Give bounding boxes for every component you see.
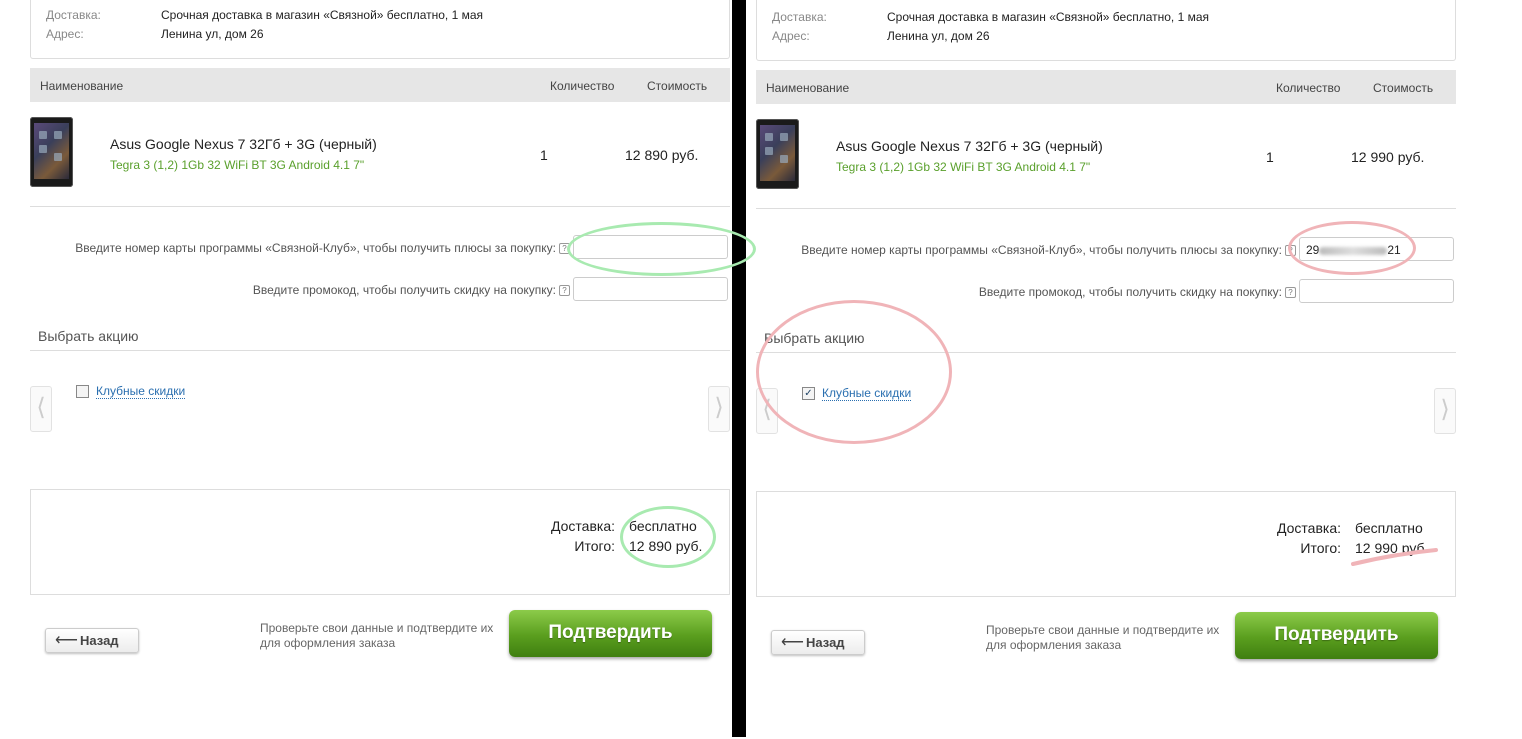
address-value: Ленина ул, дом 26 (887, 29, 990, 43)
confirm-hint: Проверьте свои данные и подтвердите их д… (260, 621, 494, 650)
club-card-label: Введите номер карты программы «Связной-К… (756, 243, 1296, 257)
arrow-left-icon: ⟵ (781, 634, 804, 651)
choose-promotion-title: Выбрать акцию (38, 328, 139, 344)
choose-promotion-title: Выбрать акцию (764, 330, 865, 346)
product-price: 12 890 руб. (625, 147, 699, 163)
column-name-header: Наименование (766, 81, 850, 95)
summary-delivery-value: бесплатно (1355, 520, 1423, 536)
delivery-label: Доставка: (46, 8, 101, 22)
address-value: Ленина ул, дом 26 (161, 27, 264, 41)
summary-delivery-value: бесплатно (629, 518, 697, 534)
order-panel-before: Доставка: Срочная доставка в магазин «Св… (30, 0, 756, 737)
club-card-input[interactable] (573, 235, 728, 259)
next-arrow-button[interactable]: ⟩ (708, 386, 730, 432)
product-name[interactable]: Asus Google Nexus 7 32Гб + 3G (черный) (110, 136, 377, 152)
help-icon[interactable]: ? (1285, 287, 1296, 298)
club-discount-checkbox[interactable] (76, 385, 89, 398)
product-image[interactable] (30, 117, 73, 187)
product-specs: Tegra 3 (1,2) 1Gb 32 WiFi BT 3G Android … (110, 158, 365, 172)
help-icon[interactable]: ? (559, 285, 570, 296)
prev-arrow-button[interactable]: ⟨ (756, 388, 778, 434)
summary-total-label: Итого: (1300, 540, 1341, 556)
address-label: Адрес: (772, 29, 810, 43)
club-card-input[interactable]: 29 21 (1299, 237, 1454, 261)
divider (756, 352, 1456, 353)
club-discount-link[interactable]: Клубные скидки (822, 386, 912, 401)
confirm-button[interactable]: Подтвердить (509, 610, 712, 657)
club-discount-link[interactable]: Клубные скидки (96, 384, 186, 399)
promo-code-input[interactable] (573, 277, 728, 301)
table-header: Наименование Количество Стоимость (30, 68, 730, 102)
summary-total-value: 12 890 руб. (629, 538, 703, 554)
redacted-digits (1319, 246, 1388, 255)
confirm-button[interactable]: Подтвердить (1235, 612, 1438, 659)
column-name-header: Наименование (40, 79, 124, 93)
table-header: Наименование Количество Стоимость (756, 70, 1456, 104)
annotation-underline (1351, 548, 1438, 566)
promo-code-label: Введите промокод, чтобы получить скидку … (756, 285, 1296, 299)
summary-total-label: Итого: (574, 538, 615, 554)
confirm-hint: Проверьте свои данные и подтвердите их д… (986, 623, 1220, 652)
next-arrow-button[interactable]: ⟩ (1434, 388, 1456, 434)
divider (30, 350, 730, 351)
order-panel-after: Доставка: Срочная доставка в магазин «Св… (756, 0, 1456, 737)
club-discount-checkbox[interactable]: ✓ (802, 387, 815, 400)
product-specs: Tegra 3 (1,2) 1Gb 32 WiFi BT 3G Android … (836, 160, 1091, 174)
address-label: Адрес: (46, 27, 84, 41)
product-name[interactable]: Asus Google Nexus 7 32Гб + 3G (черный) (836, 138, 1103, 154)
column-price-header: Стоимость (1373, 81, 1434, 95)
help-icon[interactable]: ? (559, 243, 570, 254)
column-quantity-header: Количество (1276, 81, 1341, 95)
annotation-ellipse (756, 300, 952, 444)
delivery-value: Срочная доставка в магазин «Связной» бес… (887, 10, 1210, 24)
back-button[interactable]: ⟵ Назад (771, 630, 865, 655)
club-card-label: Введите номер карты программы «Связной-К… (30, 241, 570, 255)
product-quantity: 1 (1266, 149, 1274, 165)
summary-delivery-label: Доставка: (1276, 520, 1341, 536)
column-quantity-header: Количество (550, 79, 615, 93)
delivery-info-box: Доставка: Срочная доставка в магазин «Св… (756, 0, 1456, 61)
back-button[interactable]: ⟵ Назад (45, 628, 139, 653)
delivery-value: Срочная доставка в магазин «Связной» бес… (161, 8, 484, 22)
product-price: 12 990 руб. (1351, 149, 1425, 165)
product-quantity: 1 (540, 147, 548, 163)
product-image[interactable] (756, 119, 799, 189)
arrow-left-icon: ⟵ (55, 632, 78, 649)
summary-delivery-label: Доставка: (550, 518, 615, 534)
prev-arrow-button[interactable]: ⟨ (30, 386, 52, 432)
promo-code-label: Введите промокод, чтобы получить скидку … (30, 283, 570, 297)
screenshot-divider (732, 0, 746, 737)
order-summary-box: Доставка: бесплатно Итого: 12 890 руб. (30, 489, 730, 595)
divider (756, 208, 1456, 209)
help-icon[interactable]: ? (1285, 245, 1296, 256)
divider (30, 206, 730, 207)
delivery-info-box: Доставка: Срочная доставка в магазин «Св… (30, 0, 730, 59)
promo-code-input[interactable] (1299, 279, 1454, 303)
column-price-header: Стоимость (647, 79, 708, 93)
delivery-label: Доставка: (772, 10, 827, 24)
